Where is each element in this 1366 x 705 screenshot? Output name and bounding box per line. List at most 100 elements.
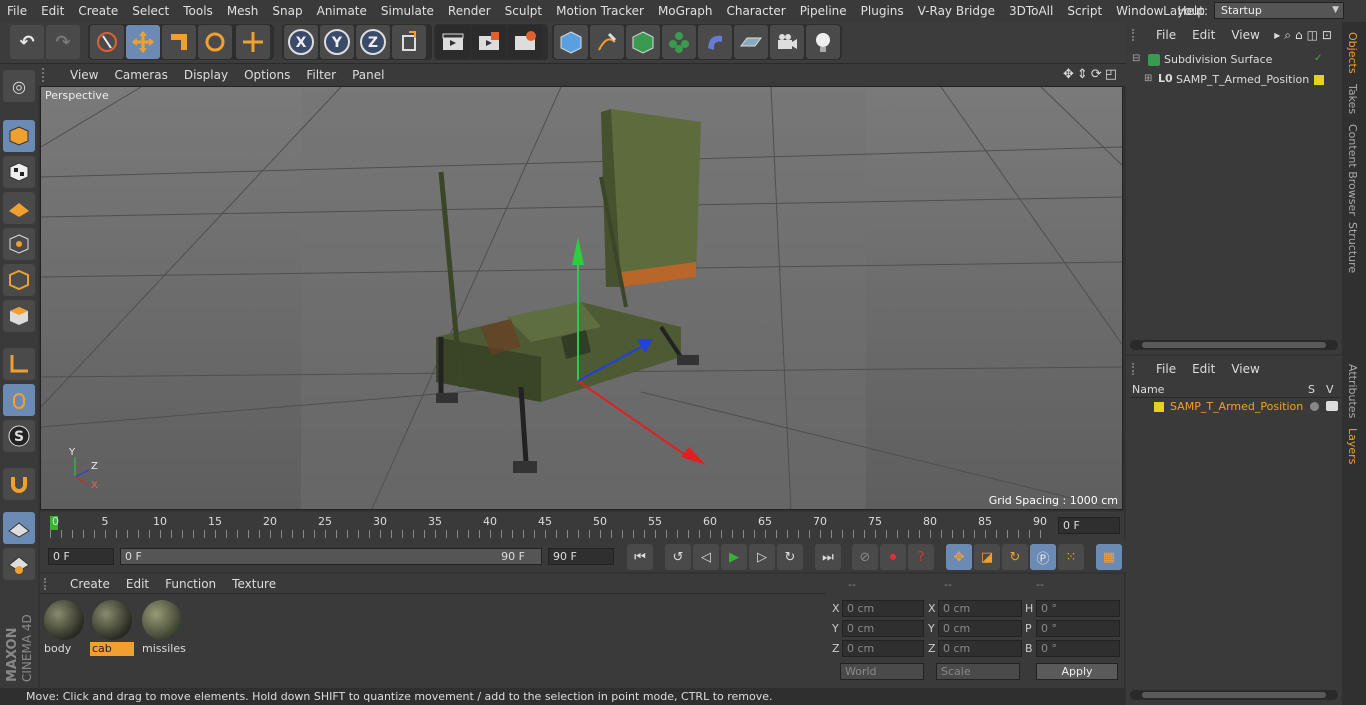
rotation-h-field[interactable]: 0 ° [1036, 600, 1120, 617]
layer-color-swatch[interactable] [1314, 75, 1324, 85]
scale-tool-icon[interactable] [162, 25, 196, 59]
go-to-end-icon[interactable]: ⏭ [815, 544, 841, 570]
material-swatch-body[interactable]: body [42, 598, 86, 656]
pen-spline-icon[interactable] [590, 25, 624, 59]
menu-vray-bridge[interactable]: V-Ray Bridge [911, 0, 1002, 22]
next-frame-icon[interactable]: ▷ [749, 544, 775, 570]
previous-frame-icon[interactable]: ◁ [693, 544, 719, 570]
object-row-samp-t[interactable]: ⊞ L0 SAMP_T_Armed_Position [1130, 72, 1340, 90]
menu-3dtoall[interactable]: 3DToAll [1002, 0, 1060, 22]
tab-takes[interactable]: Takes [1346, 84, 1359, 114]
record-keys-disabled-icon[interactable]: ⊘ [852, 544, 878, 570]
object-manager-scrollbar[interactable] [1130, 340, 1338, 350]
polygons-mode-icon[interactable] [3, 300, 35, 332]
material-menu-edit[interactable]: Edit [118, 577, 157, 591]
layer-row[interactable]: SAMP_T_Armed_Position [1130, 400, 1340, 416]
menu-character[interactable]: Character [719, 0, 792, 22]
timeline-ruler[interactable]: 0 5 10 15 20 25 30 35 40 45 50 55 60 65 70 75 80 85 90 0 F [40, 512, 1124, 542]
object-menu-file[interactable]: File [1148, 28, 1184, 42]
x-axis-lock-icon[interactable]: X [284, 25, 318, 59]
workplane-lock-icon[interactable] [3, 512, 35, 544]
layer-color-swatch[interactable] [1154, 402, 1164, 412]
snap-magnet-icon[interactable] [3, 468, 35, 500]
go-to-start-icon[interactable]: ⏮ [627, 544, 653, 570]
next-key-icon[interactable]: ↻ [777, 544, 803, 570]
viewport-menu-panel[interactable]: Panel [344, 68, 392, 82]
menu-window[interactable]: Window [1109, 0, 1170, 22]
viewport-menu-options[interactable]: Options [236, 68, 298, 82]
texture-mode-icon[interactable] [3, 156, 35, 188]
mograph-cloner-icon[interactable] [662, 25, 696, 59]
menu-snap[interactable]: Snap [265, 0, 309, 22]
tab-objects[interactable]: Objects [1346, 32, 1359, 74]
auto-keying-icon[interactable]: ⏺ [880, 544, 906, 570]
coordinate-system-icon[interactable] [392, 25, 426, 59]
viewport-menu-display[interactable]: Display [176, 68, 236, 82]
tweak-mode-icon[interactable] [3, 384, 35, 416]
layer-menu-edit[interactable]: Edit [1184, 362, 1223, 376]
rotation-b-field[interactable]: 0 ° [1036, 640, 1120, 657]
model-mode-icon[interactable] [3, 120, 35, 152]
visibility-eye-icon[interactable] [1326, 401, 1338, 411]
timeline-window-icon[interactable]: ▦ [1096, 544, 1122, 570]
menu-simulate[interactable]: Simulate [374, 0, 441, 22]
menu-script[interactable]: Script [1060, 0, 1109, 22]
menu-sculpt[interactable]: Sculpt [498, 0, 549, 22]
layer-menu-view[interactable]: View [1223, 362, 1267, 376]
floor-environment-icon[interactable] [734, 25, 768, 59]
y-axis-lock-icon[interactable]: Y [320, 25, 354, 59]
workplane-mode-icon[interactable] [3, 192, 35, 224]
menu-animate[interactable]: Animate [310, 0, 374, 22]
key-rotation-icon[interactable]: ↻ [1002, 544, 1028, 570]
coordinate-space-dropdown[interactable]: World [840, 663, 924, 680]
menu-render[interactable]: Render [441, 0, 498, 22]
layout-dropdown[interactable]: Startup [1214, 2, 1344, 19]
object-menu-edit[interactable]: Edit [1184, 28, 1223, 42]
material-menu-texture[interactable]: Texture [224, 577, 284, 591]
key-position-icon[interactable]: ✥ [946, 544, 972, 570]
transform-tool-icon[interactable] [236, 25, 270, 59]
menu-create[interactable]: Create [71, 0, 125, 22]
position-z-field[interactable]: 0 cm [842, 640, 924, 657]
menu-motion-tracker[interactable]: Motion Tracker [549, 0, 651, 22]
apply-button[interactable]: Apply [1036, 663, 1118, 680]
solo-mode-icon[interactable]: S [3, 420, 35, 452]
material-menu-function[interactable]: Function [157, 577, 224, 591]
menu-mograph[interactable]: MoGraph [651, 0, 720, 22]
make-editable-icon[interactable]: ◎ [3, 70, 35, 102]
start-frame-field[interactable]: 0 F [48, 548, 114, 565]
subdivision-surface-icon[interactable] [626, 25, 660, 59]
tab-content-browser[interactable]: Content Browser [1346, 124, 1359, 216]
object-menu-view[interactable]: View [1223, 28, 1267, 42]
menu-file[interactable]: File [0, 0, 34, 22]
expand-toggle-icon[interactable]: ⊞ [1144, 73, 1152, 84]
camera-icon[interactable] [770, 25, 804, 59]
position-y-field[interactable]: 0 cm [842, 620, 924, 637]
menu-tools[interactable]: Tools [176, 0, 220, 22]
tab-layers[interactable]: Layers [1346, 428, 1359, 464]
solo-toggle-icon[interactable] [1310, 402, 1319, 411]
axis-mode-icon[interactable] [3, 348, 35, 380]
render-view-icon[interactable] [436, 25, 470, 59]
material-swatch-missiles[interactable]: missiles [140, 598, 186, 656]
layer-manager-scrollbar[interactable] [1130, 690, 1338, 700]
render-picture-viewer-icon[interactable] [472, 25, 506, 59]
viewport-menu-view[interactable]: View [62, 68, 106, 82]
menu-plugins[interactable]: Plugins [854, 0, 911, 22]
object-row-subdivision-surface[interactable]: ⊟ Subdivision Surface ✓ [1130, 52, 1340, 70]
z-axis-lock-icon[interactable]: Z [356, 25, 390, 59]
light-icon[interactable] [806, 25, 840, 59]
layer-menu-file[interactable]: File [1148, 362, 1184, 376]
deformer-bend-icon[interactable] [698, 25, 732, 59]
key-pla-icon[interactable]: ⁙ [1058, 544, 1084, 570]
previous-key-icon[interactable]: ↺ [665, 544, 691, 570]
camera-label[interactable]: Perspective [45, 89, 109, 102]
undo-icon[interactable]: ↶ [10, 25, 44, 59]
tab-structure[interactable]: Structure [1346, 222, 1359, 273]
rotation-p-field[interactable]: 0 ° [1036, 620, 1120, 637]
size-y-field[interactable]: 0 cm [938, 620, 1022, 637]
live-selection-icon[interactable] [90, 25, 124, 59]
key-scale-icon[interactable]: ◪ [974, 544, 1000, 570]
menu-edit[interactable]: Edit [34, 0, 71, 22]
cube-object-icon[interactable] [554, 25, 588, 59]
